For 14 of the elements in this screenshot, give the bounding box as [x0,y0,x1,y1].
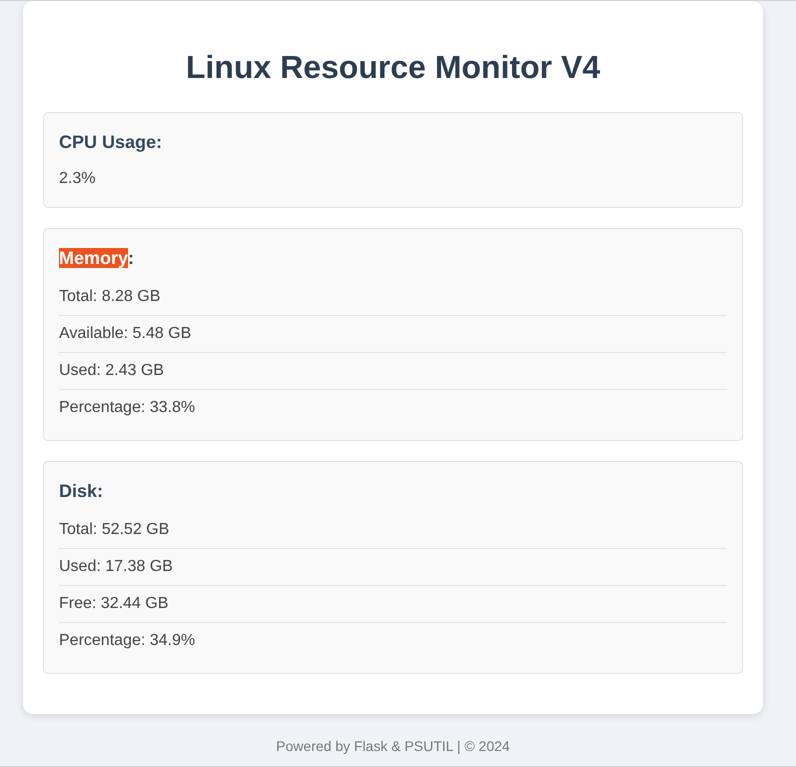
section-heading: Disk: [59,480,104,502]
page-title: Linux Resource Monitor V4 [184,49,602,86]
stat-row: Used: 2.43 GB [59,353,727,390]
stat-row: Total: 52.52 GB [59,512,727,549]
stat-row: Free: 32.44 GB [59,586,727,623]
stat-row-text: Percentage: 34.9% [59,631,196,651]
section-heading: Memory: [59,247,134,269]
stat-row: Used: 17.38 GB [59,549,727,586]
cpu-usage-value: 2.3% [59,169,96,189]
stat-row: Total: 8.28 GB [59,279,727,316]
footer-text: Powered by Flask & PSUTIL | © 2024 [276,737,510,755]
section-heading: CPU Usage: [59,131,162,153]
stat-row: Available: 5.48 GB [59,316,727,353]
stat-row-text: Percentage: 33.8% [59,398,196,418]
